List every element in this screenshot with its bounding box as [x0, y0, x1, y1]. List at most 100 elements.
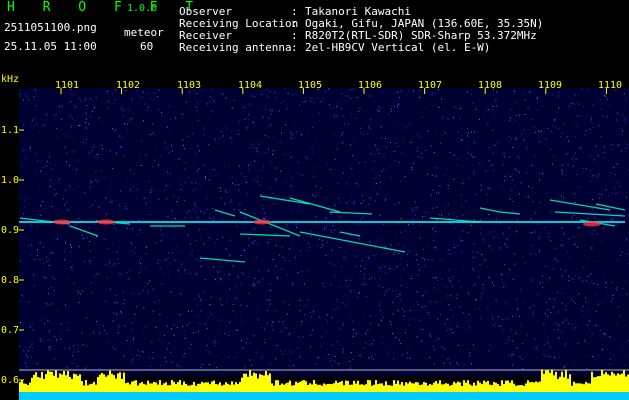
noise-speck [112, 93, 114, 95]
noise-speck [253, 145, 255, 147]
noise-speck [162, 272, 164, 274]
noise-speck [493, 170, 495, 172]
noise-speck [287, 274, 289, 276]
noise-speck [173, 324, 175, 326]
level-bar [479, 382, 481, 392]
noise-speck [20, 198, 22, 200]
noise-speck [214, 169, 216, 171]
noise-speck [483, 239, 485, 241]
noise-speck [508, 135, 510, 137]
noise-speck [591, 233, 593, 235]
noise-speck [84, 121, 86, 123]
noise-speck [197, 145, 199, 147]
noise-speck [383, 199, 385, 201]
noise-speck [42, 363, 44, 365]
noise-speck [370, 353, 372, 355]
noise-speck [349, 243, 351, 245]
noise-speck [595, 294, 597, 296]
noise-speck [554, 120, 556, 122]
noise-speck [330, 230, 332, 232]
noise-speck [568, 140, 570, 142]
noise-speck [30, 254, 32, 256]
noise-speck [547, 336, 549, 338]
noise-speck [540, 130, 542, 132]
noise-speck [446, 329, 448, 331]
noise-speck [268, 109, 270, 111]
info-label-location: Receiving Location [179, 17, 299, 30]
noise-speck [149, 191, 151, 193]
noise-speck [504, 175, 506, 177]
noise-speck [244, 217, 246, 219]
noise-speck [320, 246, 322, 248]
noise-speck [142, 97, 144, 99]
noise-speck [413, 243, 415, 245]
noise-speck [96, 273, 98, 275]
noise-speck [573, 103, 575, 105]
noise-speck [131, 322, 133, 324]
noise-speck [113, 312, 115, 314]
noise-speck [446, 295, 448, 297]
noise-speck [474, 283, 476, 285]
noise-speck [347, 285, 349, 287]
noise-speck [532, 314, 534, 316]
noise-speck [281, 246, 283, 248]
noise-speck [564, 344, 566, 346]
noise-speck [352, 335, 354, 337]
noise-speck [26, 366, 28, 368]
noise-speck [442, 116, 444, 118]
noise-speck [246, 305, 248, 307]
noise-speck [443, 362, 445, 364]
noise-speck [454, 106, 456, 108]
noise-speck [429, 260, 431, 262]
noise-speck [38, 186, 40, 188]
noise-speck [362, 216, 364, 218]
noise-speck [225, 301, 227, 303]
level-bar [133, 380, 135, 392]
noise-speck [19, 93, 21, 95]
noise-speck [39, 338, 41, 340]
noise-speck [193, 163, 195, 165]
level-bar [333, 383, 335, 392]
noise-speck [617, 258, 619, 260]
noise-speck [301, 321, 303, 323]
noise-speck [385, 272, 387, 274]
noise-speck [431, 229, 433, 231]
noise-speck [349, 367, 351, 369]
noise-speck [605, 189, 607, 191]
noise-speck [466, 157, 468, 159]
noise-speck [196, 110, 198, 112]
noise-speck [511, 364, 513, 366]
noise-speck [605, 338, 607, 340]
noise-speck [444, 132, 446, 134]
level-bar [67, 371, 69, 392]
noise-speck [571, 158, 573, 160]
noise-speck [133, 337, 135, 339]
noise-speck [585, 297, 587, 299]
noise-speck [597, 154, 599, 156]
noise-speck [142, 329, 144, 331]
noise-speck [342, 116, 344, 118]
noise-speck [291, 281, 293, 283]
noise-speck [582, 167, 584, 169]
noise-speck [469, 352, 471, 354]
noise-speck [317, 357, 319, 359]
noise-speck [29, 346, 31, 348]
noise-speck [119, 135, 121, 137]
noise-speck [471, 156, 473, 158]
noise-speck [311, 147, 313, 149]
level-bar [179, 380, 181, 392]
level-bar [427, 385, 429, 392]
noise-speck [328, 104, 330, 106]
noise-speck [502, 282, 504, 284]
noise-speck [160, 229, 162, 231]
noise-speck [385, 290, 387, 292]
noise-speck [496, 91, 498, 93]
noise-speck [506, 238, 508, 240]
noise-speck [621, 346, 623, 348]
noise-speck [72, 168, 74, 170]
noise-speck [609, 336, 611, 338]
level-bar [297, 382, 299, 392]
noise-speck [475, 298, 477, 300]
noise-speck [192, 132, 194, 134]
noise-speck [234, 356, 236, 358]
